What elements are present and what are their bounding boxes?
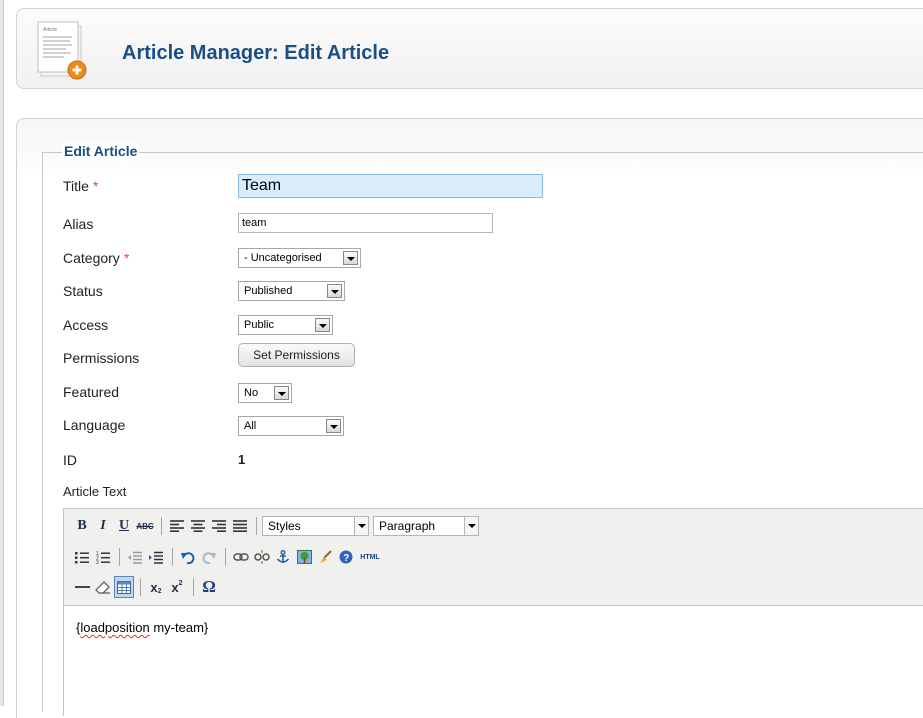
status-select-value: Published [244,285,293,297]
alias-input[interactable] [238,213,493,233]
toolbar-separator [256,517,257,535]
strike-label: ABC [136,521,154,531]
content-suffix: my-team} [149,620,209,635]
chevron-down-icon[interactable] [326,419,341,433]
language-select[interactable]: All [238,416,344,436]
subscript-button[interactable]: x2 [146,576,166,598]
svg-text:?: ? [343,553,349,564]
title-input[interactable] [238,174,543,198]
align-right-icon[interactable] [209,515,229,537]
access-select-value: Public [244,319,274,331]
editor-content-area[interactable]: {loadposition my-team} [63,606,923,716]
svg-text:3: 3 [96,560,99,564]
align-left-icon[interactable] [167,515,187,537]
article-text-label: Article Text [63,484,127,499]
outdent-icon[interactable] [125,546,145,568]
superscript-button[interactable]: x2 [167,576,187,598]
set-permissions-button[interactable]: Set Permissions [238,343,355,367]
toolbar-separator [172,548,173,566]
underline-label: U [118,518,130,533]
numbered-list-icon[interactable]: 123 [93,546,113,568]
id-value: 1 [238,452,246,467]
horizontal-rule-icon[interactable] [72,576,92,598]
fieldset-legend: Edit Article [62,143,140,159]
help-icon[interactable]: ? [336,546,356,568]
access-label: Access [63,317,109,333]
title-label-text: Title [63,178,89,194]
html-source-button[interactable]: HTML [357,546,383,568]
featured-select-value: No [244,387,259,399]
special-character-button[interactable]: Ω [199,576,219,598]
chevron-down-icon[interactable] [315,318,330,332]
styles-select-value: Styles [268,519,301,533]
omega-label: Ω [202,577,216,596]
toolbar-separator [193,578,194,596]
subscript-mark: 2 [157,587,162,595]
strikethrough-button[interactable]: ABC [135,515,155,537]
article-add-icon: Article [36,19,98,85]
alias-label: Alias [63,216,94,232]
eraser-icon[interactable] [93,576,113,598]
access-select[interactable]: Public [238,315,333,335]
status-label: Status [63,283,103,299]
language-label: Language [63,417,126,433]
chevron-down-icon[interactable] [343,251,358,265]
id-label: ID [63,452,77,468]
bold-label: B [77,518,87,533]
underline-button[interactable]: U [114,515,134,537]
toolbar-separator [225,548,226,566]
link-icon[interactable] [231,546,251,568]
page-title: Article Manager: Edit Article [122,42,390,64]
image-icon[interactable] [294,546,314,568]
paragraph-select[interactable]: Paragraph [373,516,479,536]
misspelled-word: loadposition [80,620,150,635]
unlink-icon[interactable] [252,546,272,568]
language-select-value: All [244,420,257,432]
category-select-value: - Uncategorised [244,252,322,264]
align-center-icon[interactable] [188,515,208,537]
category-label-text: Category [63,250,120,266]
window-left-edge [0,0,4,706]
align-justify-icon[interactable] [230,515,250,537]
superscript-mark: 2 [178,579,183,587]
toolbar-row-1: B I U ABC Styles Paragraph [72,513,483,539]
chevron-down-icon[interactable] [464,517,478,535]
chevron-down-icon[interactable] [327,284,342,298]
toolbar-row-2: 123 ? HTML [72,544,384,570]
editor-toolbar: B I U ABC Styles Paragraph 123 ? HTML x … [63,508,923,606]
title-label: Title * [63,178,98,194]
toolbar-separator [161,517,162,535]
category-label: Category * [63,250,129,266]
toolbar-separator [140,578,141,596]
chevron-down-icon[interactable] [354,517,368,535]
permissions-label: Permissions [63,350,140,366]
superscript-label: x [171,579,179,595]
redo-icon[interactable] [199,546,219,568]
toolbar-row-3: x2 x2 Ω [72,574,220,600]
html-label: HTML [360,553,380,561]
italic-button[interactable]: I [93,515,113,537]
indent-icon[interactable] [146,546,166,568]
table-icon[interactable] [114,576,134,598]
styles-select[interactable]: Styles [262,516,369,536]
bullet-list-icon[interactable] [72,546,92,568]
chevron-down-icon[interactable] [274,386,289,400]
featured-label: Featured [63,384,120,400]
cleanup-brush-icon[interactable] [315,546,335,568]
anchor-icon[interactable] [273,546,293,568]
required-star: * [123,250,130,266]
undo-icon[interactable] [178,546,198,568]
paragraph-select-value: Paragraph [379,519,436,533]
bold-button[interactable]: B [72,515,92,537]
subscript-label: x [150,579,158,595]
category-select[interactable]: - Uncategorised [238,248,361,268]
header-panel: Article Article Manager: Edit Article [16,8,923,89]
icon-caption: Article [43,27,57,33]
status-select[interactable]: Published [238,281,345,301]
toolbar-separator [119,548,120,566]
featured-select[interactable]: No [238,383,292,403]
italic-label: I [100,518,106,533]
required-star: * [92,178,99,194]
